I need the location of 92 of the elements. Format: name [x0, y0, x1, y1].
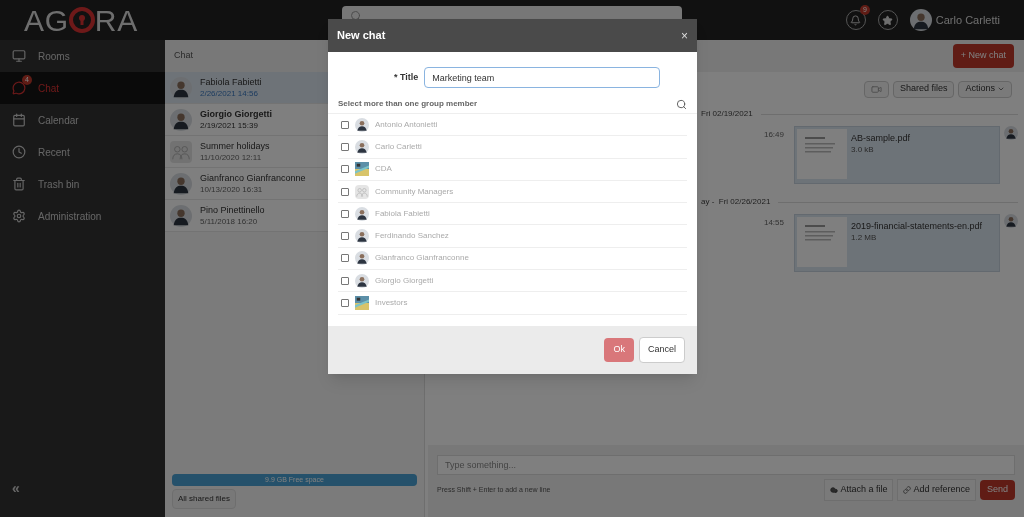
- member-row[interactable]: Antonio Antonietti: [338, 114, 687, 137]
- bell-icon: [850, 14, 862, 26]
- member-name: Gianfranco Gianfranconne: [375, 252, 469, 265]
- clock-icon: [12, 145, 26, 159]
- video-camera-icon: [870, 83, 882, 95]
- screen-icon: [12, 49, 26, 63]
- member-row[interactable]: Gianfranco Gianfranconne: [338, 247, 687, 271]
- message-time: 16:49: [763, 129, 784, 141]
- trash-icon: [12, 177, 26, 191]
- member-row[interactable]: CDA: [338, 158, 687, 181]
- chat-name: Gianfranco Gianfranconne: [200, 172, 306, 184]
- sidebar-item[interactable]: Calendar: [0, 104, 165, 136]
- checkbox[interactable]: [341, 187, 349, 196]
- caret-icon: [997, 85, 1005, 93]
- file-size: 3.0 kB: [851, 144, 875, 155]
- member-name: Carlo Carletti: [375, 140, 422, 153]
- sidebar-item[interactable]: Recent: [0, 136, 165, 168]
- checkbox[interactable]: [341, 232, 349, 241]
- user-avatar-icon: [909, 9, 932, 31]
- checkbox[interactable]: [341, 254, 349, 263]
- cancel-button[interactable]: Cancel: [639, 337, 685, 363]
- link-icon: [903, 485, 912, 494]
- shared-files-button[interactable]: Shared files: [892, 80, 955, 98]
- chat-time: 2/19/2021 15:39: [200, 119, 259, 131]
- settings-icon: [12, 209, 26, 223]
- all-shared-files-button[interactable]: All shared files: [172, 489, 237, 509]
- sender-avatar-icon: [1004, 126, 1018, 140]
- checkbox[interactable]: [341, 299, 349, 307]
- avatar-icon: [170, 108, 192, 131]
- sidebar-item[interactable]: Rooms: [0, 40, 165, 72]
- message-time: 14:55: [763, 217, 784, 229]
- chat-time: 10/13/2020 16:31: [200, 183, 264, 195]
- title-label: * Title: [394, 70, 419, 84]
- member-row[interactable]: Carlo Carletti: [338, 136, 687, 159]
- chat-time: 11/10/2020 12:11: [200, 151, 263, 163]
- chat-name: Fabiola Fabietti: [200, 76, 262, 88]
- avatar-icon: [355, 117, 369, 132]
- chat-time: 2/26/2021 14:56: [200, 87, 259, 99]
- date-separator: Fri 02/19/2021: [701, 108, 753, 120]
- avatar-icon: [355, 206, 369, 221]
- add-reference-button[interactable]: Add reference: [897, 479, 976, 501]
- checkbox[interactable]: [341, 276, 349, 285]
- chat-name: Giorgio Giorgetti: [200, 108, 272, 120]
- chat-name: Pino Pinettinello: [200, 204, 265, 216]
- star-icon: [882, 14, 894, 26]
- file-name: 2019-financial-statements-en.pdf: [851, 221, 983, 232]
- member-row[interactable]: Investors: [338, 292, 687, 315]
- file-message[interactable]: AB-sample.pdf 3.0 kB: [794, 126, 1000, 184]
- group-avatar-icon: [170, 140, 192, 163]
- avatar-icon: [355, 139, 369, 154]
- file-message[interactable]: 2019-financial-statements-en.pdf 1.2 MB: [794, 214, 1000, 272]
- member-row[interactable]: Giorgio Giorgetti: [338, 270, 687, 293]
- avatar-icon: [170, 204, 192, 227]
- new-chat-button[interactable]: + New chat: [952, 44, 1014, 68]
- member-row[interactable]: Fabiola Fabietti: [338, 203, 687, 226]
- file-size: 1.2 MB: [851, 232, 878, 243]
- cloud-icon: [830, 485, 839, 494]
- member-name: Giorgio Giorgetti: [375, 274, 434, 287]
- avatar-icon: [355, 229, 369, 244]
- sidebar-item[interactable]: Administration: [0, 200, 165, 232]
- keyhole-icon: [68, 7, 95, 33]
- checkbox[interactable]: [341, 142, 349, 151]
- send-button[interactable]: Send: [979, 480, 1015, 500]
- collapse-button[interactable]: «: [12, 478, 165, 499]
- calendar-icon: [12, 113, 26, 127]
- sender-avatar-icon: [1004, 214, 1018, 228]
- chat-icon: [12, 81, 26, 95]
- user-name[interactable]: Carlo Carletti: [935, 11, 1000, 29]
- checkbox[interactable]: [341, 120, 349, 129]
- member-name: Ferdinando Sanchez: [375, 230, 449, 243]
- group-avatar-icon: [355, 184, 369, 199]
- avatar-icon: [170, 172, 192, 195]
- file-name: AB-sample.pdf: [851, 133, 911, 144]
- avatar-icon: [355, 273, 369, 288]
- date-separator: ay - Fri 02/26/2021: [701, 196, 771, 208]
- title-input[interactable]: Marketing team: [424, 67, 661, 88]
- attach-file-button[interactable]: Attach a file: [824, 479, 894, 501]
- chat-time: 5/11/2018 16:20: [200, 215, 259, 227]
- document-thumbnail-icon: [797, 129, 847, 179]
- close-button[interactable]: ×: [681, 26, 688, 45]
- avatar-icon: [170, 76, 192, 99]
- member-row[interactable]: Ferdinando Sanchez: [338, 225, 687, 248]
- member-name: Investors: [375, 297, 408, 309]
- checkbox[interactable]: [341, 209, 349, 218]
- checkbox[interactable]: [341, 165, 349, 174]
- sidebar-item[interactable]: Trash bin: [0, 168, 165, 200]
- document-thumbnail-icon: [797, 217, 847, 267]
- chat-name: Summer holidays: [200, 140, 270, 152]
- member-row[interactable]: Community Managers: [338, 180, 687, 204]
- avatar-icon: [355, 251, 369, 266]
- actions-button[interactable]: Actions: [958, 80, 1012, 98]
- ok-button[interactable]: Ok: [604, 338, 634, 362]
